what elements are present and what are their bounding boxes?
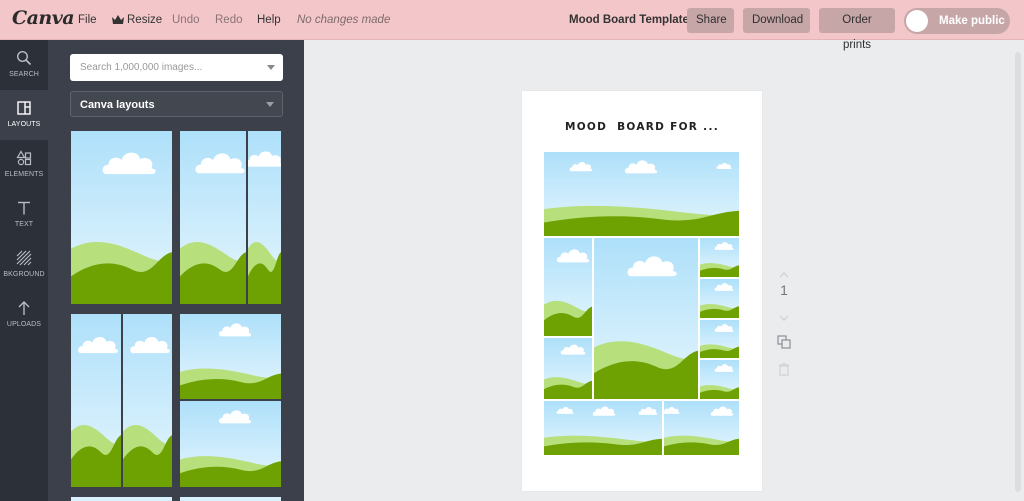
layout-thumbnail[interactable]: [71, 314, 172, 487]
toggle-knob: [906, 10, 928, 32]
rail-item-background[interactable]: BKGROUND: [0, 240, 48, 290]
layout-thumbnail[interactable]: [180, 314, 281, 487]
image-placeholder[interactable]: [700, 320, 739, 358]
layouts-icon: [17, 101, 31, 115]
image-placeholder: [71, 314, 121, 487]
image-placeholder[interactable]: [700, 238, 739, 277]
resize-menu[interactable]: Resize: [112, 14, 162, 26]
chevron-down-icon[interactable]: [267, 65, 275, 70]
layout-select-value: Canva layouts: [80, 99, 155, 111]
rail-label-background: BKGROUND: [3, 271, 45, 278]
canva-logo[interactable]: Canva: [12, 7, 75, 29]
move-up-icon[interactable]: [776, 265, 792, 283]
sidebar-rail: SEARCH LAYOUTS ELEMENTS TEXT BKGROUND UP…: [0, 40, 48, 501]
download-button[interactable]: Download: [743, 8, 810, 33]
image-placeholder[interactable]: [544, 152, 739, 236]
rail-item-layouts[interactable]: LAYOUTS: [0, 90, 48, 140]
top-bar: Canva File Resize Undo Redo Help No chan…: [0, 0, 1024, 51]
page-number: 1: [780, 282, 788, 298]
search-icon: [16, 50, 32, 66]
resize-label: Resize: [127, 14, 163, 26]
rail-item-uploads[interactable]: UPLOADS: [0, 290, 48, 340]
search-placeholder: Search 1,000,000 images...: [80, 62, 203, 73]
delete-page-icon[interactable]: [776, 363, 792, 381]
rail-label-uploads: UPLOADS: [6, 321, 42, 328]
layout-source-select[interactable]: Canva layouts: [70, 91, 283, 117]
rail-label-layouts: LAYOUTS: [7, 121, 41, 128]
redo-button[interactable]: Redo: [215, 14, 243, 26]
image-placeholder: [248, 131, 281, 304]
make-public-toggle[interactable]: Make public: [904, 8, 1010, 34]
rail-item-text[interactable]: TEXT: [0, 190, 48, 240]
document-title[interactable]: Mood Board Template: [569, 14, 689, 26]
order-prints-button[interactable]: Order prints: [819, 8, 895, 51]
crown-icon: [112, 15, 124, 24]
layout-thumbnail[interactable]: [180, 497, 281, 501]
chevron-down-icon: [266, 102, 274, 107]
rail-label-search: SEARCH: [9, 71, 39, 78]
layout-thumbnail[interactable]: [180, 131, 281, 304]
rail-label-text: TEXT: [14, 221, 34, 228]
design-page[interactable]: MOOD BOARD FOR ...: [522, 91, 762, 491]
move-down-icon[interactable]: [776, 308, 792, 326]
rail-item-elements[interactable]: ELEMENTS: [0, 140, 48, 190]
image-placeholder[interactable]: [544, 238, 592, 336]
rail-label-elements: ELEMENTS: [4, 171, 44, 178]
upload-icon: [18, 301, 30, 315]
text-icon: [18, 201, 30, 215]
image-placeholder: [123, 314, 172, 487]
elements-icon: [16, 150, 32, 166]
save-status: No changes made: [297, 14, 391, 26]
layout-thumbnail[interactable]: [71, 131, 172, 304]
layout-thumbnail[interactable]: [71, 497, 172, 501]
image-search-input[interactable]: Search 1,000,000 images...: [70, 54, 283, 81]
layouts-panel: Search 1,000,000 images... Canva layouts: [48, 40, 304, 501]
share-button[interactable]: Share: [687, 8, 734, 33]
image-placeholder[interactable]: [544, 401, 662, 455]
make-public-label: Make public: [939, 15, 1005, 27]
image-placeholder[interactable]: [664, 401, 739, 455]
help-menu[interactable]: Help: [257, 14, 281, 26]
file-menu[interactable]: File: [78, 14, 97, 26]
undo-button[interactable]: Undo: [172, 14, 200, 26]
image-placeholder: [180, 401, 281, 487]
image-placeholder[interactable]: [700, 360, 739, 399]
duplicate-page-icon[interactable]: [776, 335, 792, 354]
image-placeholder: [71, 131, 172, 304]
image-placeholder[interactable]: [594, 238, 698, 399]
image-placeholder[interactable]: [544, 338, 592, 399]
image-placeholder[interactable]: [700, 279, 739, 318]
canvas-scrollbar[interactable]: [1015, 52, 1021, 492]
image-placeholder: [180, 314, 281, 399]
page-title-text[interactable]: MOOD BOARD FOR ...: [522, 121, 762, 133]
rail-item-search[interactable]: SEARCH: [0, 40, 48, 90]
background-icon: [16, 250, 32, 266]
image-placeholder: [180, 131, 246, 304]
